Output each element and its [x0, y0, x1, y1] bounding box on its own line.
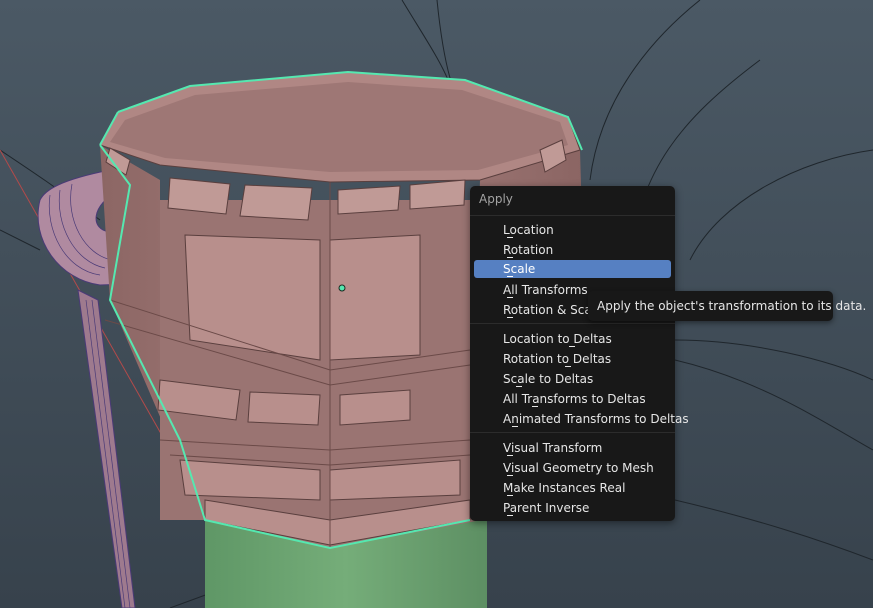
object-origin: [338, 284, 346, 292]
menu-separator: [470, 432, 675, 433]
menu-title: Apply: [479, 192, 513, 206]
menu-item-label: Location to Deltas: [503, 332, 612, 346]
menu-item-label: Scale to Deltas: [503, 372, 594, 386]
mnemonic-underline: [507, 475, 513, 476]
mnemonic-underline: [507, 455, 513, 456]
menu-item-label: Scale: [503, 262, 536, 276]
mnemonic-underline: [512, 426, 518, 427]
mnemonic-underline: [507, 237, 513, 238]
menu-item-location-to-deltas[interactable]: Location to Deltas: [474, 330, 671, 348]
mnemonic-underline: [569, 346, 575, 347]
menu-separator: [470, 323, 675, 324]
menu-item-visual-transform[interactable]: Visual Transform: [474, 439, 671, 457]
mnemonic-underline: [507, 297, 513, 298]
tooltip: Apply the object's transformation to its…: [588, 291, 866, 321]
mnemonic-underline: [507, 276, 513, 277]
mnemonic-underline: [516, 386, 522, 387]
mnemonic-underline: [507, 317, 513, 318]
menu-item-label: Rotation to Deltas: [503, 352, 612, 366]
menu-item-make-instances-real[interactable]: Make Instances Real: [474, 479, 671, 497]
menu-item-location[interactable]: Location: [474, 221, 671, 239]
menu-item-label: Parent Inverse: [503, 501, 590, 515]
menu-separator: [470, 215, 675, 216]
mnemonic-underline: [507, 257, 513, 258]
apply-menu: Apply Location Rotation Scale All Transf…: [470, 186, 689, 521]
menu-item-scale[interactable]: Scale: [474, 260, 671, 278]
menu-item-visual-geometry-to-mesh[interactable]: Visual Geometry to Mesh: [474, 459, 671, 477]
menu-item-label: All Transforms to Deltas: [503, 392, 646, 406]
menu-item-parent-inverse[interactable]: Parent Inverse: [474, 499, 671, 517]
mnemonic-underline: [507, 495, 513, 496]
mnemonic-underline: [565, 366, 571, 367]
menu-item-rotation-to-deltas[interactable]: Rotation to Deltas: [474, 350, 671, 368]
menu-item-all-transforms-to-deltas[interactable]: All Transforms to Deltas: [474, 390, 671, 408]
menu-item-label: Visual Transform: [503, 441, 603, 455]
menu-item-label: Visual Geometry to Mesh: [503, 461, 654, 475]
menu-item-label: All Transforms: [503, 283, 588, 297]
menu-item-label: Location: [503, 223, 554, 237]
mnemonic-underline: [532, 406, 538, 407]
menu-item-rotation[interactable]: Rotation: [474, 241, 671, 259]
menu-item-label: Animated Transforms to Deltas: [503, 412, 689, 426]
menu-item-label: Make Instances Real: [503, 481, 626, 495]
tooltip-text: Apply the object's transformation to its…: [597, 299, 867, 313]
menu-item-label: Rotation: [503, 243, 554, 257]
mnemonic-underline: [507, 515, 513, 516]
menu-item-scale-to-deltas[interactable]: Scale to Deltas: [474, 370, 671, 388]
menu-item-animated-transforms-to-deltas[interactable]: Animated Transforms to Deltas: [474, 410, 689, 428]
